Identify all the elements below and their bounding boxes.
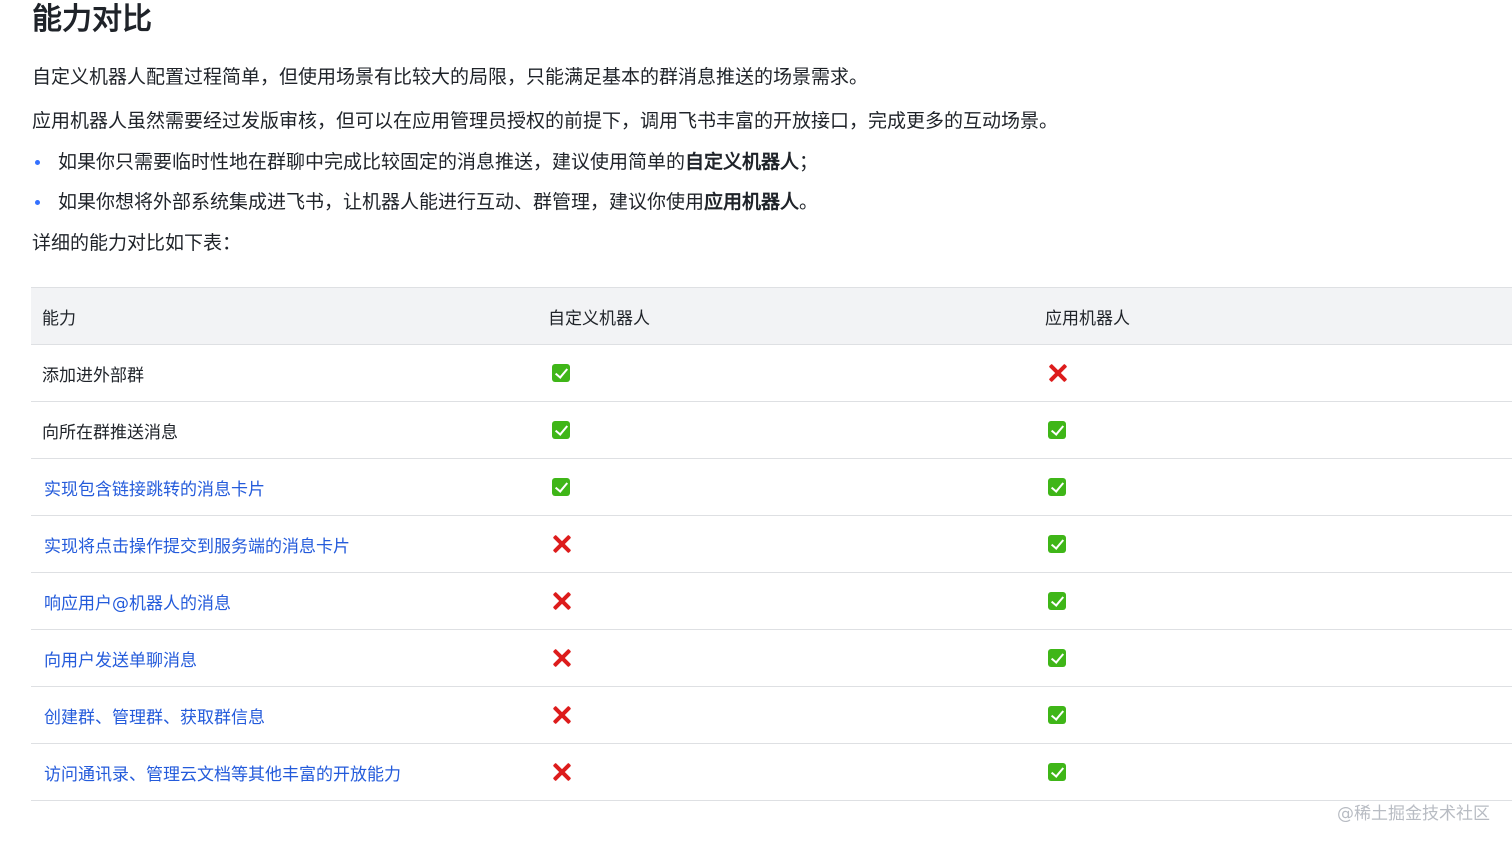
feature-link[interactable]: 响应用户@机器人的消息: [31, 572, 537, 630]
bullet-bold-text: 自定义机器人: [685, 151, 800, 173]
app-bot-cell: [1034, 686, 1512, 744]
table-row: 向所在群推送消息: [31, 401, 1512, 459]
header-capability: 能力: [31, 287, 537, 345]
table-row: 响应用户@机器人的消息: [31, 572, 1512, 630]
cross-mark-icon: [552, 705, 572, 725]
check-mark-button-icon: [552, 364, 570, 382]
table-row: 向用户发送单聊消息: [31, 629, 1512, 687]
feature-link[interactable]: 向用户发送单聊消息: [31, 629, 537, 687]
cross-mark-icon: [552, 762, 572, 782]
custom-bot-cell: [537, 743, 1034, 801]
feature-link[interactable]: 实现将点击操作提交到服务端的消息卡片: [31, 515, 537, 573]
table-row: 访问通讯录、管理云文档等其他丰富的开放能力: [31, 743, 1512, 801]
feature-label: 添加进外部群: [31, 344, 537, 402]
bullet-suffix: ；: [799, 151, 819, 173]
app-bot-cell: [1034, 515, 1512, 573]
check-mark-button-icon: [1048, 478, 1066, 496]
cross-mark-icon: [552, 534, 572, 554]
table-header-row: 能力 自定义机器人 应用机器人: [31, 287, 1512, 345]
check-mark-button-icon: [552, 478, 570, 496]
app-bot-cell: [1034, 344, 1512, 402]
check-mark-button-icon: [552, 421, 570, 439]
table-intro: 详细的能力对比如下表：: [32, 232, 242, 254]
check-mark-button-icon: [1048, 535, 1066, 553]
app-bot-cell: [1034, 743, 1512, 801]
capability-comparison-table: 能力 自定义机器人 应用机器人 添加进外部群 向所在群推送消息 实现包含链接跳转的消…: [31, 287, 1512, 801]
feature-link[interactable]: 创建群、管理群、获取群信息: [31, 686, 537, 744]
bullet-dot-icon: [35, 200, 40, 205]
table-row: 添加进外部群: [31, 344, 1512, 402]
bullet-dot-icon: [35, 160, 40, 165]
app-bot-cell: [1034, 401, 1512, 459]
table-row: 创建群、管理群、获取群信息: [31, 686, 1512, 744]
header-app-bot: 应用机器人: [1034, 287, 1512, 345]
bullet-suffix: 。: [799, 191, 819, 213]
check-mark-button-icon: [1048, 763, 1066, 781]
table-row: 实现包含链接跳转的消息卡片: [31, 458, 1512, 516]
intro-paragraph-custom: 自定义机器人配置过程简单，但使用场景有比较大的局限，只能满足基本的群消息推送的场…: [32, 66, 869, 88]
list-item: 如果你只需要临时性地在群聊中完成比较固定的消息推送，建议使用简单的自定义机器人；: [32, 148, 818, 188]
app-bot-cell: [1034, 629, 1512, 687]
feature-link[interactable]: 访问通讯录、管理云文档等其他丰富的开放能力: [31, 743, 537, 801]
custom-bot-cell: [537, 572, 1034, 630]
custom-bot-cell: [537, 401, 1034, 459]
table-body: 添加进外部群 向所在群推送消息 实现包含链接跳转的消息卡片 实现将点击操作提交到服务端…: [31, 344, 1512, 801]
cross-mark-icon: [552, 648, 572, 668]
table-row: 实现将点击操作提交到服务端的消息卡片: [31, 515, 1512, 573]
bullet-bold-text: 应用机器人: [704, 191, 800, 213]
app-bot-cell: [1034, 572, 1512, 630]
custom-bot-cell: [537, 458, 1034, 516]
page-title: 能力对比: [32, 2, 152, 37]
custom-bot-cell: [537, 686, 1034, 744]
custom-bot-cell: [537, 344, 1034, 402]
recommendation-list: 如果你只需要临时性地在群聊中完成比较固定的消息推送，建议使用简单的自定义机器人；…: [32, 148, 818, 228]
list-item: 如果你想将外部系统集成进飞书，让机器人能进行互动、群管理，建议你使用应用机器人。: [32, 188, 818, 228]
check-mark-button-icon: [1048, 706, 1066, 724]
watermark: @稀土掘金技术社区: [1337, 804, 1490, 824]
cross-mark-icon: [552, 591, 572, 611]
app-bot-cell: [1034, 458, 1512, 516]
check-mark-button-icon: [1048, 421, 1066, 439]
check-mark-button-icon: [1048, 592, 1066, 610]
bullet-text: 如果你只需要临时性地在群聊中完成比较固定的消息推送，建议使用简单的: [58, 151, 686, 173]
feature-label: 向所在群推送消息: [31, 401, 537, 459]
custom-bot-cell: [537, 515, 1034, 573]
bullet-text: 如果你想将外部系统集成进飞书，让机器人能进行互动、群管理，建议你使用: [58, 191, 705, 213]
feature-link[interactable]: 实现包含链接跳转的消息卡片: [31, 458, 537, 516]
check-mark-button-icon: [1048, 649, 1066, 667]
custom-bot-cell: [537, 629, 1034, 687]
header-custom-bot: 自定义机器人: [537, 287, 1034, 345]
intro-paragraph-app: 应用机器人虽然需要经过发版审核，但可以在应用管理员授权的前提下，调用飞书丰富的开…: [32, 110, 1059, 132]
cross-mark-icon: [1048, 363, 1068, 383]
